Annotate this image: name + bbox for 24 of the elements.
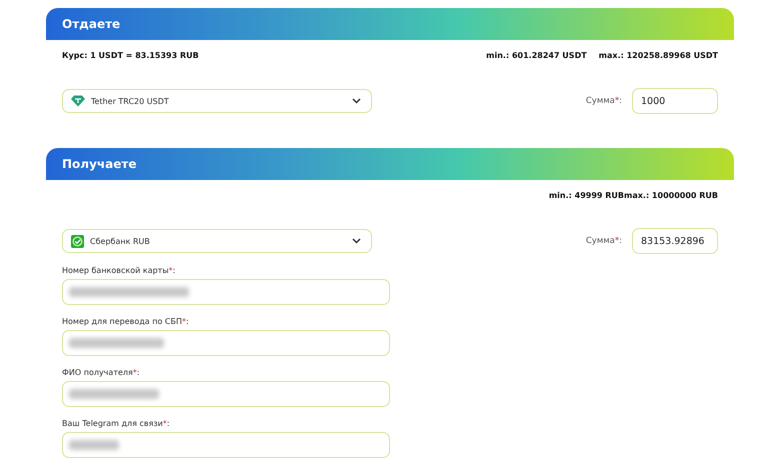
limit-text: min.: 601.28247 USDT [486, 50, 587, 60]
chevron-down-icon [352, 98, 361, 104]
exchange-rate: Курс: 1 USDT = 83.15393 RUB [62, 50, 199, 60]
input-field[interactable] [62, 279, 390, 305]
section-title: Отдаете [62, 17, 120, 31]
amount-label: Сумма*: [586, 236, 622, 246]
field-label: Номер для перевода по СБП*: [62, 317, 190, 326]
input-field[interactable] [62, 432, 390, 458]
field-label: Номер банковской карты*: [62, 266, 176, 275]
currency-select[interactable]: Сбербанк RUB [62, 229, 372, 253]
amount-field[interactable]: 1000 [632, 88, 718, 114]
input-field[interactable] [62, 381, 390, 407]
chevron-down-icon [352, 238, 361, 244]
limit-text: max.: 120258.89968 USDT [598, 50, 718, 60]
field-label: Ваш Telegram для связи*: [62, 419, 171, 428]
limit-text: min.: 49999 RUBmax.: 10000000 RUB [548, 190, 718, 200]
section-title: Получаете [62, 157, 136, 171]
amount-field[interactable]: 83153.92896 [632, 228, 718, 254]
field-label: ФИО получателя*: [62, 368, 141, 377]
amount-label: Сумма*: [586, 96, 622, 106]
input-field[interactable] [62, 330, 390, 356]
checkmark-icon [71, 234, 84, 248]
diamond-icon [71, 95, 85, 107]
currency-select[interactable]: Tether TRC20 USDT [62, 89, 372, 113]
